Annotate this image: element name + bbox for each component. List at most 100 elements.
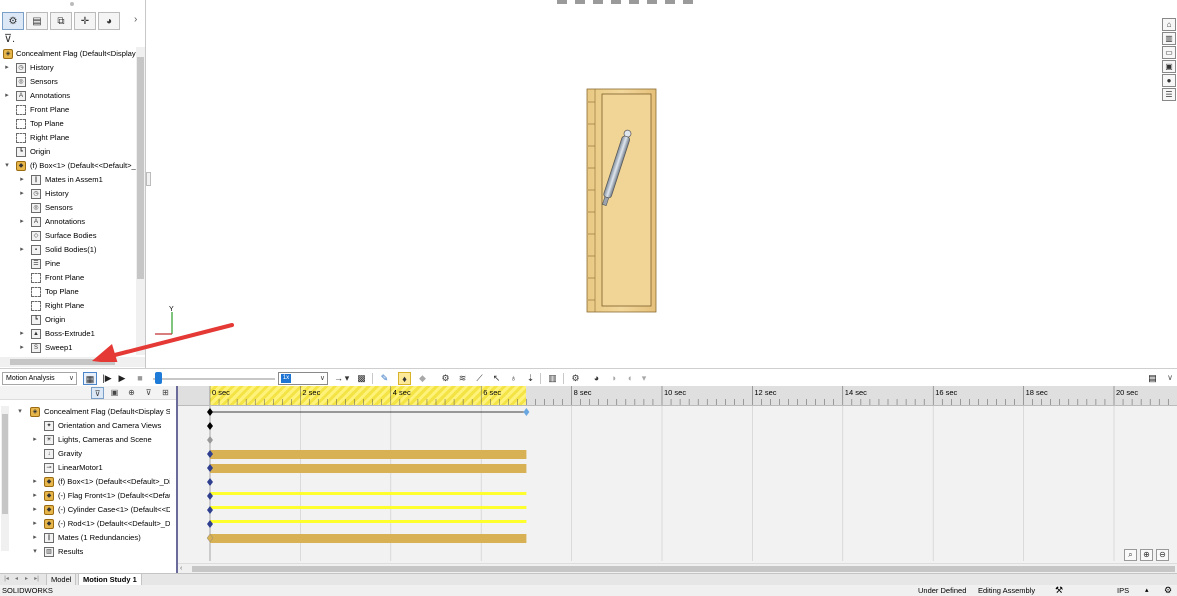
feature-tree-item[interactable]: ▸ ◷ History: [0, 187, 136, 201]
feature-tree-item[interactable]: ▸ ∥ Mates in Assem1: [0, 173, 136, 187]
configuration-manager-tab-icon[interactable]: ⧉: [50, 12, 72, 30]
gravity-icon[interactable]: ⇣: [524, 372, 537, 385]
collapsed-arrow-icon[interactable]: ▸: [3, 61, 11, 75]
graphics-area[interactable]: ⌂ ▥ ▭ ▣ ● ☰ Y Z: [92, 0, 1177, 368]
edit-appearance-icon[interactable]: [665, 0, 675, 4]
filter-driving-icon[interactable]: ▣: [108, 387, 121, 399]
scroll-left-icon[interactable]: ‹: [180, 564, 182, 573]
feature-tree-item[interactable]: Top Plane: [0, 117, 136, 131]
spring-icon[interactable]: ≋: [456, 372, 469, 385]
section-view-icon[interactable]: [593, 0, 603, 4]
collapsed-arrow-icon[interactable]: ▸: [31, 475, 39, 489]
view-orientation-icon[interactable]: [611, 0, 621, 4]
expanded-arrow-icon[interactable]: ▾: [31, 545, 39, 559]
status-unit-system[interactable]: IPS: [1117, 585, 1129, 596]
collapsed-arrow-icon[interactable]: ▸: [31, 531, 39, 545]
last-tab-icon[interactable]: ▸|: [32, 575, 41, 584]
dimxpert-manager-tab-icon[interactable]: ✛: [74, 12, 96, 30]
motion-tree-item[interactable]: ▸ ◆ (-) Flag Front<1> (Default<<Defaul: [0, 489, 170, 503]
playback-slider[interactable]: [153, 378, 275, 380]
feature-tree-item[interactable]: ▾ ◆ (f) Box<1> (Default<<Default>_: [0, 159, 136, 173]
view-palette-icon[interactable]: ▣: [1162, 60, 1176, 73]
chevron-up-icon[interactable]: ▴: [1145, 585, 1149, 596]
custom-properties-icon[interactable]: ☰: [1162, 88, 1176, 101]
feature-tree-item[interactable]: ▸ A Annotations: [0, 89, 136, 103]
collapsed-arrow-icon[interactable]: ▸: [3, 89, 11, 103]
filter-animated-icon[interactable]: ⊽: [91, 387, 104, 399]
chevron-down-icon[interactable]: ∨: [1167, 372, 1173, 384]
first-tab-icon[interactable]: |◂: [2, 575, 11, 584]
collapsed-arrow-icon[interactable]: ▸: [31, 489, 39, 503]
contact-icon[interactable]: ♁: [507, 372, 520, 385]
stop-button[interactable]: ■: [135, 372, 145, 385]
more-dropdown-icon[interactable]: ▾: [640, 372, 648, 385]
zoom-area-icon[interactable]: [575, 0, 585, 4]
add-update-key-icon[interactable]: ◆: [416, 372, 429, 385]
motion-tree-item[interactable]: ✦ Orientation and Camera Views: [0, 419, 170, 433]
collapsed-arrow-icon[interactable]: ▸: [18, 215, 26, 229]
zoom-in-icon[interactable]: ⊕: [1140, 549, 1153, 561]
next-tab-icon[interactable]: ▸: [22, 575, 31, 584]
feature-tree-item[interactable]: ◎ Sensors: [0, 75, 136, 89]
motion-tree-item[interactable]: ▸ ◆ (-) Cylinder Case<1> (Default<<De: [0, 503, 170, 517]
motion-tree-item[interactable]: ▸ ∥ Mates (1 Redundancies): [0, 531, 170, 545]
play-from-start-button[interactable]: |▶: [101, 372, 113, 385]
feature-tree-item[interactable]: Right Plane: [0, 299, 136, 313]
playback-slider-thumb[interactable]: [155, 372, 162, 384]
design-study-icon[interactable]: ◐: [624, 372, 637, 385]
motion-tree-item[interactable]: ▸ ◆ (f) Box<1> (Default<<Default>_Dis: [0, 475, 170, 489]
simulation-icon[interactable]: ◕: [590, 372, 603, 385]
feature-tree-vertical-scrollbar[interactable]: [136, 47, 145, 355]
panel-splitter-handle[interactable]: [146, 172, 151, 186]
expanded-arrow-icon[interactable]: ▾: [16, 405, 24, 419]
feature-tree-item[interactable]: ◎ Sensors: [0, 201, 136, 215]
feature-tree-item[interactable]: Front Plane: [0, 103, 136, 117]
collapsed-arrow-icon[interactable]: ▸: [18, 173, 26, 187]
home-icon[interactable]: ⌂: [1162, 18, 1176, 31]
chevron-right-icon[interactable]: ›: [134, 14, 137, 25]
playback-speed-select[interactable]: 1x ∨: [278, 372, 328, 385]
filter-selected-icon[interactable]: ⊕: [125, 387, 138, 399]
hide-show-icon[interactable]: [647, 0, 657, 4]
motion-tree-item[interactable]: ⊸ LinearMotor1: [0, 461, 170, 475]
damper-icon[interactable]: ⟋: [473, 372, 486, 385]
timeline-area[interactable]: 0 sec 2 sec 4 sec 6 sec 8 sec 10 sec 12 sec 14 …: [178, 386, 1177, 573]
collapsed-arrow-icon[interactable]: ▸: [18, 341, 26, 355]
property-manager-tab-icon[interactable]: ▤: [26, 12, 48, 30]
save-animation-icon[interactable]: ▩: [355, 372, 368, 385]
collapse-motion-manager-icon[interactable]: ▤: [1146, 372, 1159, 384]
zoom-out-icon[interactable]: ⊖: [1156, 549, 1169, 561]
appearances-icon[interactable]: ●: [1162, 74, 1176, 87]
timeline-ruler[interactable]: 0 sec 2 sec 4 sec 6 sec 8 sec 10 sec 12 sec 14 …: [178, 386, 1177, 406]
quick-tips-icon[interactable]: ⚒: [1055, 585, 1063, 596]
motion-study-properties-icon[interactable]: ⚙: [569, 372, 582, 385]
motion-tree-item[interactable]: ▸ ◆ (-) Rod<1> (Default<<Default>_Dis: [0, 517, 170, 531]
file-explorer-icon[interactable]: ▭: [1162, 46, 1176, 59]
display-manager-tab-icon[interactable]: ◕: [98, 12, 120, 30]
feature-tree-item[interactable]: ▸ ◷ History: [0, 61, 136, 75]
export-icon[interactable]: ◑: [607, 372, 620, 385]
filter-icon[interactable]: ⊽.: [4, 32, 15, 45]
filter-results-icon[interactable]: ⊽: [142, 387, 155, 399]
zoom-to-fit-icon[interactable]: [557, 0, 567, 4]
feature-tree-item[interactable]: ▸ ▪ Solid Bodies(1): [0, 243, 136, 257]
feature-tree-item[interactable]: ┗ Origin: [0, 145, 136, 159]
feature-tree-item[interactable]: ▸ A Annotations: [0, 215, 136, 229]
feature-tree-item[interactable]: ◈ Concealment Flag (Default<Display: [0, 47, 136, 61]
feature-tree-item[interactable]: Top Plane: [0, 285, 136, 299]
scrollbar-thumb[interactable]: [137, 57, 144, 279]
animation-wizard-icon[interactable]: ✎: [378, 372, 391, 385]
collapsed-arrow-icon[interactable]: ▸: [31, 433, 39, 447]
feature-tree-item[interactable]: Right Plane: [0, 131, 136, 145]
concealment-flag-model[interactable]: [584, 86, 674, 316]
feature-manager-tab-icon[interactable]: ⚙: [2, 12, 24, 30]
motion-tree-item[interactable]: ▾ ◈ Concealment Flag (Default<Display Sta: [0, 405, 170, 419]
timeline-horizontal-scrollbar[interactable]: ‹: [178, 563, 1177, 573]
apply-scene-icon[interactable]: [683, 0, 693, 4]
display-style-icon[interactable]: [629, 0, 639, 4]
feature-tree-item[interactable]: Front Plane: [0, 271, 136, 285]
playback-mode-dropdown-icon[interactable]: ▾: [343, 372, 351, 385]
panel-grip[interactable]: [70, 2, 74, 6]
motion-tree-item[interactable]: ▾ ▥ Results: [0, 545, 170, 559]
help-icon[interactable]: ⚙: [1164, 585, 1172, 596]
